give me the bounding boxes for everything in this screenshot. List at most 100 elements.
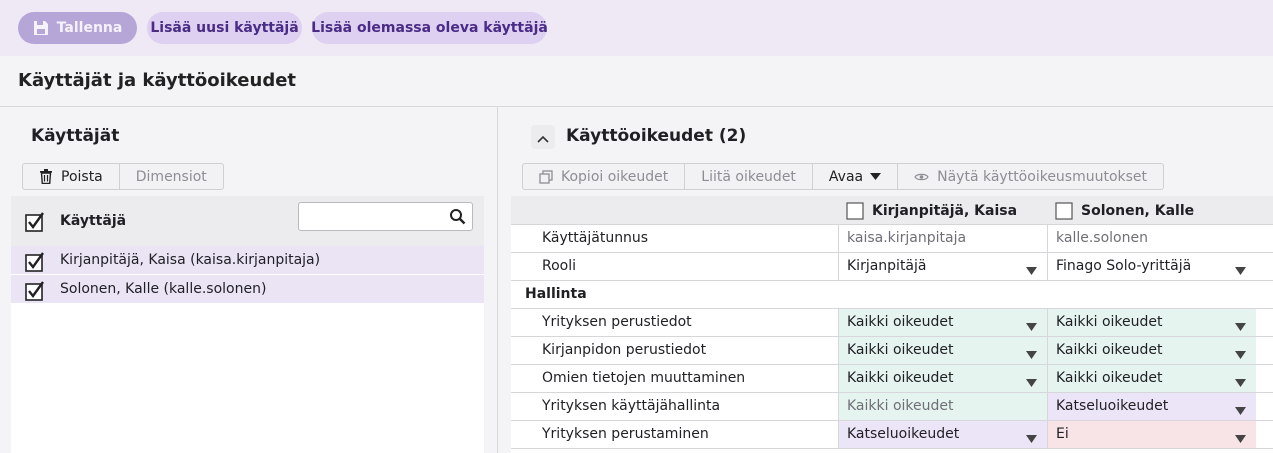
row-label: Yrityksen perustiedot [542, 314, 692, 330]
row-label: Yrityksen perustaminen [542, 426, 709, 442]
section-header-hallinta: Hallinta [511, 281, 1273, 309]
users-table-header: Käyttäjä [11, 196, 484, 246]
checkbox-unchecked-icon[interactable] [846, 202, 864, 220]
user-row[interactable]: Kirjanpitäjä, Kaisa (kaisa.kirjanpitaja) [11, 246, 484, 275]
dropdown-arrow-icon [1026, 375, 1037, 391]
collapse-permissions-button[interactable] [531, 125, 555, 149]
dropdown-arrow-icon [1235, 347, 1246, 363]
column-header-label: Kirjanpitäjä, Kaisa [872, 203, 1018, 219]
show-permission-changes-button[interactable]: Näytä käyttöoikeusmuutokset [898, 164, 1163, 189]
dropdown-arrow-icon [1026, 263, 1037, 279]
dimensions-button[interactable]: Dimensiot [120, 164, 223, 189]
select-all-checkbox-icon[interactable] [25, 212, 44, 232]
trash-icon [39, 169, 53, 184]
permission-row-own-info: Omien tietojen muuttaminen Kaikki oikeud… [511, 365, 1273, 393]
column-header-user-2[interactable]: Solonen, Kalle [1055, 202, 1194, 220]
select-value: Kaikki oikeudet [847, 370, 954, 386]
row-label: Omien tietojen muuttaminen [542, 370, 746, 386]
delete-button-label: Poista [61, 168, 103, 185]
permission-select[interactable]: Kaikki oikeudet [838, 309, 1047, 336]
permissions-grid: Kirjanpitäjä, Kaisa Solonen, Kalle Käytt… [511, 196, 1273, 453]
dropdown-arrow-icon [1235, 319, 1246, 335]
copy-permissions-label: Kopioi oikeudet [561, 168, 669, 185]
permission-select[interactable]: Kaikki oikeudet [1047, 309, 1256, 336]
select-value: Finago Solo-yrittäjä [1056, 258, 1192, 274]
dropdown-arrow-icon [1026, 319, 1037, 335]
copy-permissions-button[interactable]: Kopioi oikeudet [523, 164, 686, 189]
delete-button[interactable]: Poista [23, 164, 120, 189]
permission-select[interactable]: Katseluoikeudet [1047, 393, 1256, 420]
permission-value-readonly: Kaikki oikeudet [838, 393, 1047, 420]
dropdown-arrow-icon [1026, 431, 1037, 447]
role-select[interactable]: Finago Solo-yrittäjä [1047, 253, 1256, 280]
select-value: Kaikki oikeudet [1056, 342, 1163, 358]
user-column-header: Käyttäjä [60, 213, 127, 229]
username-cell: kaisa.kirjanpitaja [838, 225, 1047, 252]
select-value: Kaikki oikeudet [1056, 370, 1163, 386]
permission-row-accounting-basic: Kirjanpidon perustiedot Kaikki oikeudet … [511, 337, 1273, 365]
select-value: Katseluoikeudet [1056, 398, 1169, 414]
save-button[interactable]: Tallenna [18, 12, 137, 44]
floppy-disk-icon [33, 20, 49, 36]
row-label: Yrityksen käyttäjähallinta [542, 398, 721, 414]
user-row[interactable]: Solonen, Kalle (kalle.solonen) [11, 275, 484, 304]
dropdown-arrow-icon [1235, 403, 1246, 419]
caret-down-icon [870, 173, 882, 180]
user-search-input[interactable] [298, 202, 473, 231]
permission-row-role: Rooli Kirjanpitäjä Finago Solo-yrittäjä [511, 253, 1273, 281]
search-icon [449, 208, 466, 229]
users-heading: Käyttäjät [31, 126, 120, 146]
permission-row-username: Käyttäjätunnus kaisa.kirjanpitaja kalle.… [511, 225, 1273, 253]
eye-icon [914, 172, 929, 182]
checkbox-unchecked-icon[interactable] [1055, 202, 1073, 220]
save-button-label: Tallenna [56, 20, 123, 36]
permission-select[interactable]: Kaikki oikeudet [1047, 365, 1256, 392]
select-value: Kaikki oikeudet [1056, 314, 1163, 330]
permission-row-company-create: Yrityksen perustaminen Katseluoikeudet E… [511, 421, 1273, 449]
add-existing-user-button[interactable]: Lisää olemassa oleva käyttäjä [311, 12, 548, 44]
chevron-up-icon [537, 128, 549, 147]
select-value: Kaikki oikeudet [847, 342, 954, 358]
show-permission-changes-label: Näytä käyttöoikeusmuutokset [937, 168, 1148, 185]
username-cell: kalle.solonen [1047, 225, 1256, 252]
page-title: Käyttäjät ja käyttöoikeudet [18, 70, 297, 91]
row-label: Kirjanpidon perustiedot [542, 342, 707, 358]
title-divider [0, 106, 1273, 107]
permission-select[interactable]: Katseluoikeudet [838, 421, 1047, 448]
column-header-label: Solonen, Kalle [1081, 203, 1195, 219]
permission-row-company-basic: Yrityksen perustiedot Kaikki oikeudet Ka… [511, 309, 1273, 337]
users-table: Käyttäjä Kirjanpitäjä, Kaisa (kaisa.kirj… [11, 196, 484, 453]
user-row-name: Kirjanpitäjä, Kaisa (kaisa.kirjanpitaja) [60, 252, 321, 268]
dropdown-arrow-icon [1235, 375, 1246, 391]
permission-select[interactable]: Kaikki oikeudet [838, 365, 1047, 392]
dropdown-arrow-icon [1235, 263, 1246, 279]
panel-divider [497, 107, 498, 453]
permission-select[interactable]: Kaikki oikeudet [1047, 337, 1256, 364]
open-dropdown-label: Avaa [828, 168, 864, 185]
dropdown-arrow-icon [1235, 431, 1246, 447]
select-value: Katseluoikeudet [847, 426, 960, 442]
paste-permissions-button[interactable]: Liitä oikeudet [685, 164, 813, 189]
select-value: Kaikki oikeudet [847, 314, 954, 330]
column-header-user-1[interactable]: Kirjanpitäjä, Kaisa [846, 202, 1017, 220]
user-row-name: Solonen, Kalle (kalle.solonen) [60, 281, 267, 297]
dropdown-arrow-icon [1026, 347, 1037, 363]
select-value: Kirjanpitäjä [847, 258, 927, 274]
permissions-grid-header: Kirjanpitäjä, Kaisa Solonen, Kalle [511, 196, 1273, 225]
checkbox-checked-icon[interactable] [25, 281, 44, 301]
select-value: Ei [1056, 426, 1069, 442]
users-button-group: Poista Dimensiot [22, 163, 224, 190]
add-new-user-button[interactable]: Lisää uusi käyttäjä [147, 12, 302, 44]
permissions-toolbar: Kopioi oikeudet Liitä oikeudet Avaa Näyt… [522, 163, 1165, 190]
top-toolbar: Tallenna Lisää uusi käyttäjä Lisää olema… [0, 0, 1273, 56]
permission-select[interactable]: Ei [1047, 421, 1256, 448]
open-dropdown-button[interactable]: Avaa [813, 164, 899, 189]
role-select[interactable]: Kirjanpitäjä [838, 253, 1047, 280]
row-label: Käyttäjätunnus [542, 230, 649, 246]
checkbox-checked-icon[interactable] [25, 252, 44, 272]
permission-row-user-admin: Yrityksen käyttäjähallinta Kaikki oikeud… [511, 393, 1273, 421]
section-label: Hallinta [525, 286, 587, 302]
copy-icon [539, 169, 553, 184]
permissions-heading: Käyttöoikeudet (2) [566, 126, 747, 146]
permission-select[interactable]: Kaikki oikeudet [838, 337, 1047, 364]
